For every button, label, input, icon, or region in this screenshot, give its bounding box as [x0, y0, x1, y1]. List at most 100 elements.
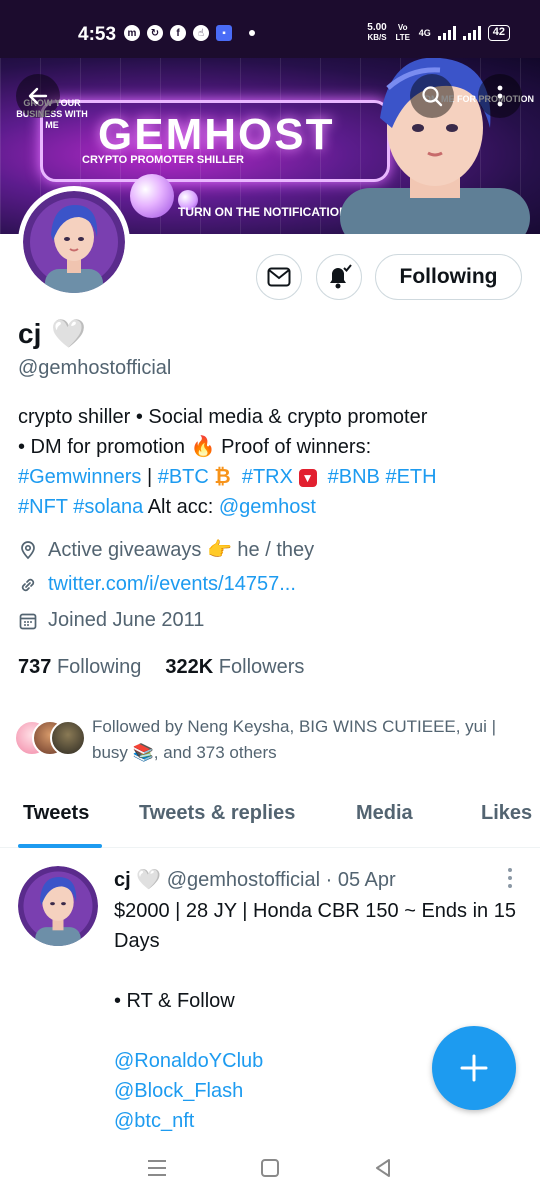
followed-by-avatars	[14, 720, 86, 756]
pointing-hand-icon: 👉	[206, 539, 232, 561]
profile-handle: @gemhostofficial	[18, 357, 172, 379]
hashtag-eth-link[interactable]: #ETH	[385, 466, 436, 488]
bitcoin-icon: ₿	[214, 466, 231, 488]
more-vertical-icon	[497, 85, 503, 107]
signal-icon	[437, 26, 456, 40]
net-speed-value: 5.00	[367, 22, 387, 33]
white-heart-icon: 🤍	[136, 869, 162, 891]
battery-icon: 42	[487, 25, 510, 41]
system-nav-bar	[0, 1140, 540, 1200]
mention-link[interactable]: @btc_nft	[114, 1110, 194, 1132]
profile-website: twitter.com/i/events/14757...	[18, 573, 296, 596]
link-icon	[21, 578, 35, 591]
banner-orb	[130, 174, 174, 218]
following-button[interactable]: Following	[375, 254, 522, 300]
tweet-more-button[interactable]	[500, 866, 520, 895]
tron-icon: ▼	[298, 468, 317, 487]
profile-name: cj 🤍	[18, 317, 86, 350]
tab-media[interactable]: Media	[356, 802, 413, 825]
bell-check-icon	[330, 264, 352, 289]
network-type: 4G	[418, 28, 431, 38]
mention-link[interactable]: @RonaldoYClub	[114, 1050, 263, 1072]
recent-apps-button[interactable]	[146, 1158, 168, 1183]
notifications-bell-button[interactable]	[316, 254, 362, 300]
message-button[interactable]	[256, 254, 302, 300]
search-icon	[422, 86, 443, 107]
tab-tweets[interactable]: Tweets	[23, 802, 89, 825]
menu-lines-icon	[147, 1159, 166, 1176]
tweet-header: cj 🤍 @gemhostofficial · 05 Apr	[114, 867, 396, 892]
more-notifications-icon	[249, 30, 255, 36]
more-vertical-icon	[508, 868, 512, 888]
hashtag-bnb-link[interactable]: #BNB	[328, 466, 380, 488]
status-time: 4:53	[78, 24, 117, 45]
sync-icon: ↻	[147, 25, 163, 41]
bio-line-1: crypto shiller • Social media & crypto p…	[18, 406, 428, 428]
home-button[interactable]	[259, 1157, 281, 1184]
tweet-author-handle[interactable]: @gemhostofficial	[167, 869, 320, 891]
status-bar: 4:53 m ↻ f ☝ ▪ 5.00 KB/S Vo LTE 4G 42	[0, 0, 540, 58]
bio-separator: |	[141, 466, 158, 488]
tweet-line-1: $2000 | 28 JY | Honda CBR 150 ~ Ends in …	[114, 900, 516, 952]
banner-subtitle: CRYPTO PROMOTER SHILLER	[82, 154, 244, 166]
messenger-icon: m	[124, 25, 140, 41]
bio-dm-text: • DM for promotion	[18, 436, 191, 458]
tab-likes[interactable]: Likes	[481, 802, 532, 825]
hashtag-gemwinners-link[interactable]: #Gemwinners	[18, 466, 141, 488]
compose-tweet-button[interactable]	[432, 1026, 516, 1110]
followers-count-link[interactable]: 322K Followers	[165, 656, 304, 679]
more-options-button[interactable]	[478, 74, 522, 118]
back-triangle-icon	[376, 1158, 391, 1177]
signal-2-icon	[462, 26, 481, 40]
follow-counts: 737 Following 322K Followers	[18, 656, 304, 679]
system-back-button[interactable]	[372, 1157, 394, 1184]
tweet-author-name[interactable]: cj	[114, 869, 131, 891]
profile-avatar[interactable]	[18, 186, 130, 298]
network-speed: 5.00 KB/S	[367, 23, 386, 43]
follower-avatar	[50, 720, 86, 756]
following-count: 737	[18, 656, 52, 678]
alt-account-link[interactable]: @gemhost	[219, 496, 316, 518]
followers-label: Followers	[218, 656, 305, 678]
active-tab-indicator	[18, 844, 102, 848]
avatar-illustration	[23, 191, 125, 293]
notification-icons: m ↻ f ☝ ▪	[124, 25, 255, 41]
hashtag-solana-link[interactable]: #solana	[73, 496, 143, 518]
profile-bio: crypto shiller • Social media & crypto p…	[18, 402, 518, 522]
fire-icon: 🔥	[190, 436, 216, 458]
bio-alt-label: Alt acc:	[143, 496, 219, 518]
profile-location: Active giveaways 👉 he / they	[18, 537, 314, 562]
following-label: Following	[56, 656, 142, 678]
location-text: Active giveaways 👉 he / they	[48, 537, 314, 562]
volte-indicator: Vo LTE	[395, 23, 410, 42]
white-heart-icon: 🤍	[51, 318, 87, 349]
hashtag-trx-link[interactable]: #TRX	[242, 466, 293, 488]
search-button[interactable]	[410, 74, 454, 118]
tweet-avatar-illustration	[18, 866, 98, 946]
app-icon: ▪	[216, 25, 232, 41]
bio-proof-text: Proof of winners:	[215, 436, 372, 458]
facebook-icon: f	[170, 25, 186, 41]
banner-logo: GEMHOST	[98, 110, 335, 159]
tweet-avatar[interactable]	[18, 866, 98, 946]
mention-link[interactable]: @Block_Flash	[114, 1080, 243, 1102]
joined-text: Joined June 2011	[48, 609, 205, 631]
hashtag-nft-link[interactable]: #NFT	[18, 496, 68, 518]
status-right: 5.00 KB/S Vo LTE 4G 42	[367, 23, 510, 43]
profile-name-text: cj	[18, 317, 42, 349]
back-arrow-icon	[28, 87, 48, 105]
plus-icon	[460, 1054, 488, 1082]
pronouns-text: he / they	[231, 539, 315, 561]
touch-icon: ☝	[193, 25, 209, 41]
back-button[interactable]	[16, 74, 60, 118]
bio-line-4: #NFT #solana Alt acc: @gemhost	[18, 492, 518, 522]
hashtag-btc-link[interactable]: #BTC	[158, 466, 209, 488]
tab-tweets-replies[interactable]: Tweets & replies	[139, 802, 295, 825]
bio-line-3: #Gemwinners | #BTC ₿ #TRX ▼ #BNB #ETH	[18, 462, 518, 492]
followed-by-text: Followed by Neng Keysha, BIG WINS CUTIEE…	[92, 717, 497, 762]
followers-count: 322K	[165, 656, 214, 678]
website-link[interactable]: twitter.com/i/events/14757...	[48, 573, 296, 596]
location-value: Active giveaways	[48, 539, 202, 561]
following-count-link[interactable]: 737 Following	[18, 656, 141, 679]
tweet-date: · 05 Apr	[325, 869, 396, 891]
